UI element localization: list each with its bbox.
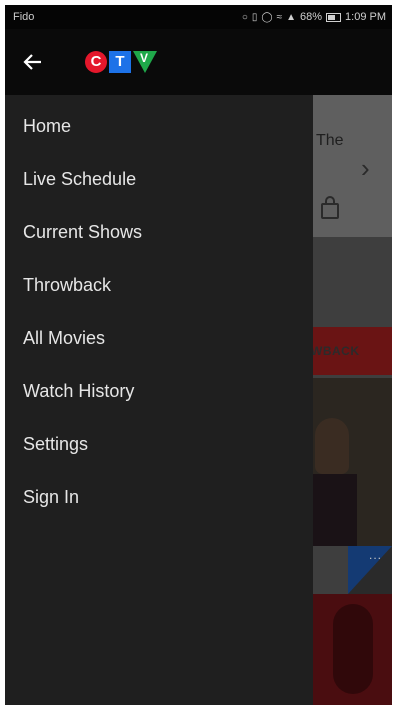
background-show-image <box>313 378 392 546</box>
logo-letter-v-shape: V <box>133 51 157 73</box>
menu-item-label: Throwback <box>23 275 112 295</box>
menu-item-sign-in[interactable]: Sign In <box>5 471 313 524</box>
menu-item-throwback[interactable]: Throwback <box>5 259 313 312</box>
background-show-title: The <box>316 132 344 149</box>
background-show-image-2 <box>313 594 392 705</box>
menu-item-label: Sign In <box>23 487 80 507</box>
menu-item-live-schedule[interactable]: Live Schedule <box>5 153 313 206</box>
battery-icon <box>326 12 342 22</box>
app-bar: C T V <box>5 29 392 95</box>
clock: 1:09 PM <box>345 11 386 23</box>
lock-icon <box>321 196 339 219</box>
signal-icon: ▲ <box>286 11 296 23</box>
status-bar: Fido ○ ▯ ◯ ≈ ▲ 68% 1:09 PM <box>5 5 392 29</box>
menu-item-label: Home <box>23 116 72 136</box>
carrier-name: Fido <box>13 11 35 23</box>
vibrate-icon: ▯ <box>251 11 258 23</box>
wifi-icon: ≈ <box>276 11 283 23</box>
headset-icon: ○ <box>241 11 248 23</box>
background-tile-corner <box>348 546 392 594</box>
menu-item-settings[interactable]: Settings <box>5 418 313 471</box>
arrow-left-icon[interactable] <box>21 50 45 74</box>
menu-item-label: Current Shows <box>23 222 143 242</box>
menu-item-home[interactable]: Home <box>5 100 313 153</box>
dimmed-background-content: The › WBACK ... <box>313 95 392 705</box>
ctv-logo: C T V <box>85 51 157 73</box>
app-screen: Fido ○ ▯ ◯ ≈ ▲ 68% 1:09 PM C T V The › W… <box>5 5 392 705</box>
menu-item-label: All Movies <box>23 328 106 348</box>
menu-item-label: Live Schedule <box>23 169 137 189</box>
background-section-label: WBACK <box>313 344 360 358</box>
logo-letter-t: T <box>109 51 131 73</box>
menu-item-watch-history[interactable]: Watch History <box>5 365 313 418</box>
logo-letter-v: V <box>140 51 149 65</box>
menu-item-label: Settings <box>23 434 89 454</box>
background-section-band: WBACK <box>313 327 392 375</box>
alarm-icon: ◯ <box>261 11 273 23</box>
navigation-drawer: Home Live Schedule Current Shows Throwba… <box>5 95 313 705</box>
chevron-right-icon: › <box>361 153 370 183</box>
menu-item-label: Watch History <box>23 381 135 401</box>
menu-item-all-movies[interactable]: All Movies <box>5 312 313 365</box>
status-icons: ○ ▯ ◯ ≈ ▲ 68% 1:09 PM <box>242 11 386 23</box>
battery-percent: 68% <box>300 11 323 23</box>
logo-letter-c: C <box>85 51 107 73</box>
menu-item-current-shows[interactable]: Current Shows <box>5 206 313 259</box>
